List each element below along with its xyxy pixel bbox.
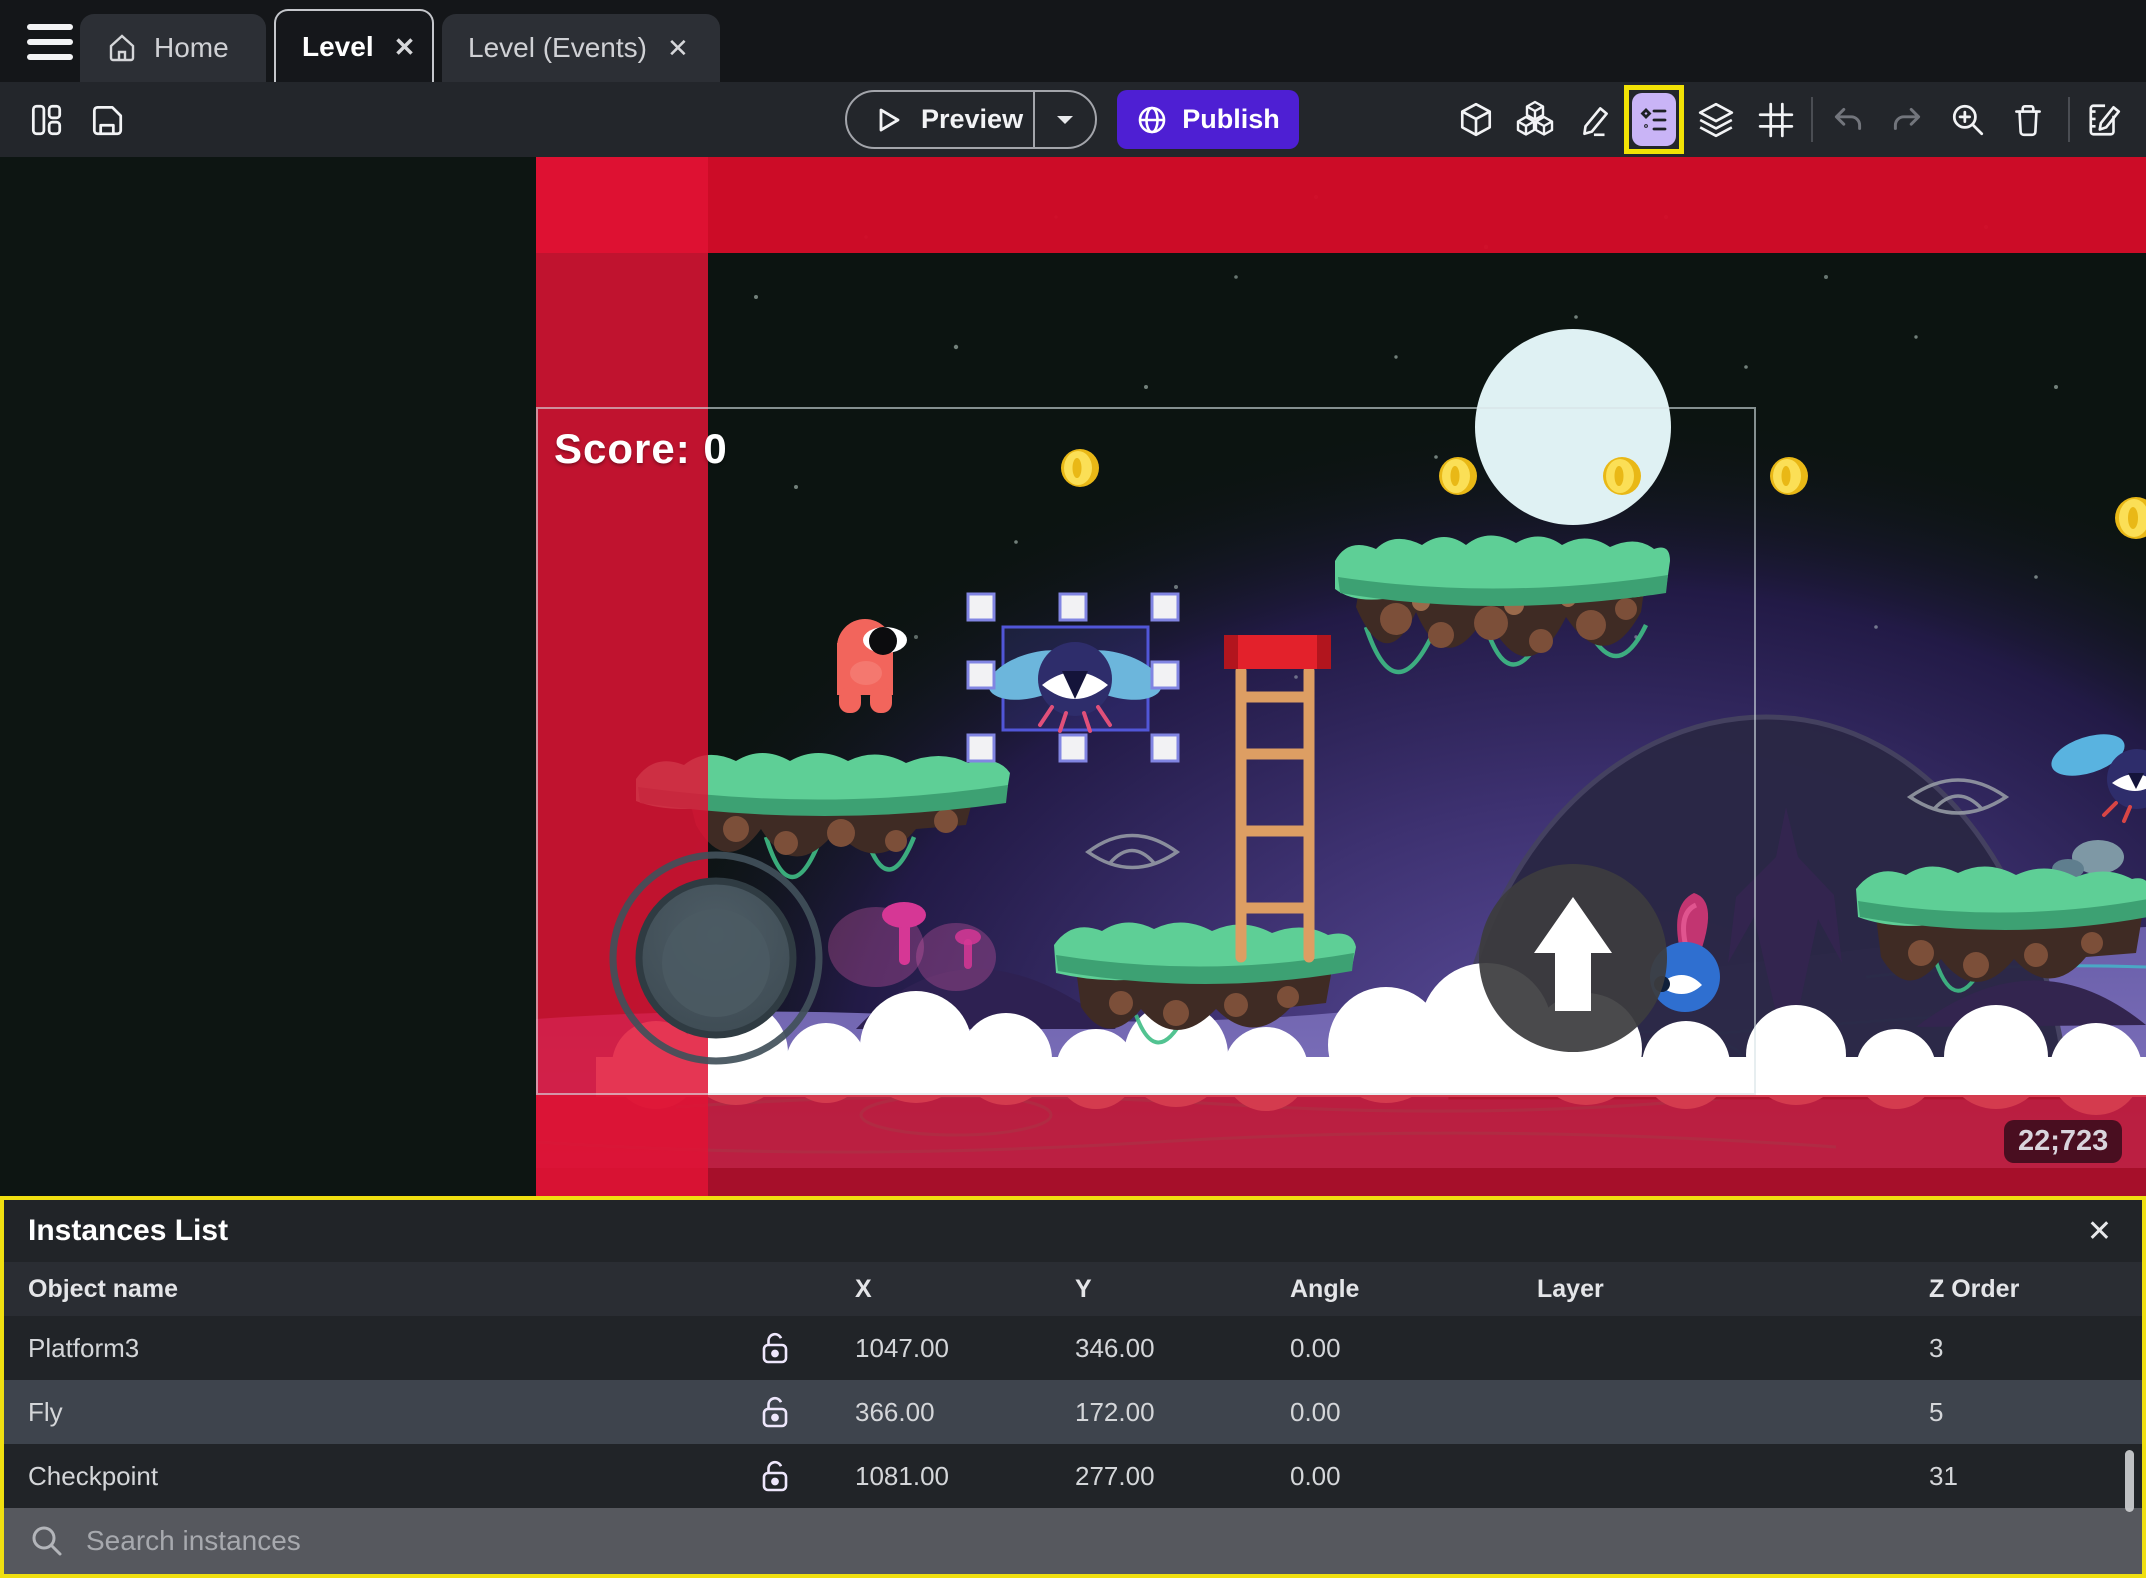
table-row[interactable]: Platform3 1047.00 346.00 0.00 3 bbox=[4, 1316, 2142, 1380]
search-bar bbox=[4, 1508, 2142, 1574]
tab-level-events[interactable]: Level (Events) ✕ bbox=[442, 14, 720, 82]
cell-z-order[interactable]: 31 bbox=[1865, 1461, 2142, 1492]
menu-icon[interactable] bbox=[27, 24, 73, 60]
cell-angle[interactable]: 0.00 bbox=[1245, 1461, 1485, 1492]
col-object-name: Object name bbox=[28, 1274, 179, 1303]
scene-canvas[interactable]: Score: 0 22;723 bbox=[536, 157, 2146, 1196]
home-icon bbox=[109, 34, 135, 62]
preview-dropdown-button[interactable] bbox=[1033, 92, 1095, 147]
search-icon bbox=[32, 1526, 62, 1556]
cell-x[interactable]: 1047.00 bbox=[805, 1333, 1025, 1364]
panel-scrollbar[interactable] bbox=[2125, 1450, 2134, 1512]
toolbar-separator bbox=[2068, 97, 2070, 142]
close-icon[interactable]: ✕ bbox=[2081, 1214, 2118, 1249]
cell-y[interactable]: 277.00 bbox=[1025, 1461, 1245, 1492]
unlock-icon[interactable] bbox=[745, 1460, 805, 1492]
col-y: Y bbox=[1075, 1274, 1092, 1303]
cell-z-order[interactable]: 5 bbox=[1865, 1397, 2142, 1428]
cell-z-order[interactable]: 3 bbox=[1865, 1333, 2142, 1364]
cell-x[interactable]: 1081.00 bbox=[805, 1461, 1025, 1492]
red-band-top bbox=[536, 157, 2146, 253]
cell-object-name: Fly bbox=[28, 1396, 63, 1427]
cell-angle[interactable]: 0.00 bbox=[1245, 1397, 1485, 1428]
tab-bar: Home Level ✕ Level (Events) ✕ bbox=[0, 0, 2146, 82]
cell-object-name: Platform3 bbox=[28, 1332, 140, 1363]
tab-home[interactable]: Home bbox=[80, 14, 266, 82]
tab-level-close-icon[interactable]: ✕ bbox=[390, 32, 420, 62]
score-hud-text: Score: 0 bbox=[554, 425, 728, 472]
redo-icon[interactable] bbox=[1884, 97, 1930, 143]
cell-y[interactable]: 346.00 bbox=[1025, 1333, 1245, 1364]
instances-list-icon[interactable] bbox=[1632, 93, 1676, 146]
instances-list-panel: Instances List ✕ Object name X Y Angle L… bbox=[0, 1196, 2146, 1578]
col-angle: Angle bbox=[1290, 1274, 1360, 1303]
unlock-icon[interactable] bbox=[745, 1396, 805, 1428]
scene-artwork bbox=[536, 157, 2146, 1196]
cell-angle[interactable]: 0.00 bbox=[1245, 1333, 1485, 1364]
unlock-icon[interactable] bbox=[745, 1332, 805, 1364]
globe-icon bbox=[1138, 106, 1166, 133]
layers-icon[interactable] bbox=[1693, 97, 1739, 143]
object-group-cubes-icon[interactable] bbox=[1512, 97, 1558, 143]
instances-panel-header: Instances List ✕ bbox=[4, 1200, 2142, 1262]
play-icon bbox=[879, 108, 900, 131]
cell-x[interactable]: 366.00 bbox=[805, 1397, 1025, 1428]
col-x: X bbox=[855, 1274, 872, 1303]
red-band-left bbox=[536, 157, 708, 1196]
chevron-down-icon bbox=[1057, 115, 1073, 124]
tab-level-events-close-icon[interactable]: ✕ bbox=[663, 33, 693, 63]
red-band-bottom bbox=[536, 1095, 2146, 1168]
col-layer: Layer bbox=[1537, 1274, 1604, 1303]
zoom-in-icon[interactable] bbox=[1945, 97, 1991, 143]
table-row-selected[interactable]: Fly 366.00 172.00 0.00 5 bbox=[4, 1380, 2142, 1444]
tab-level-events-label: Level (Events) bbox=[468, 32, 647, 63]
toolbar: Preview Publish bbox=[0, 82, 2146, 157]
object-cube-icon[interactable] bbox=[1453, 97, 1499, 143]
cursor-coordinates-badge: 22;723 bbox=[2004, 1120, 2123, 1163]
instances-panel-title: Instances List bbox=[28, 1214, 229, 1247]
trash-icon[interactable] bbox=[2005, 97, 2051, 143]
edit-properties-icon[interactable] bbox=[2081, 97, 2127, 143]
publish-label: Publish bbox=[1182, 104, 1280, 134]
grid-icon[interactable] bbox=[1753, 97, 1799, 143]
tab-level-label: Level bbox=[302, 30, 374, 62]
save-icon[interactable] bbox=[84, 97, 130, 143]
preview-button[interactable]: Preview bbox=[845, 90, 1097, 149]
col-z-order: Z Order bbox=[1929, 1274, 2020, 1303]
tab-home-label: Home bbox=[154, 32, 229, 63]
red-band-bottom-dark bbox=[536, 1168, 2146, 1196]
instances-table-header: Object name X Y Angle Layer Z Order bbox=[4, 1262, 2142, 1316]
preview-label: Preview bbox=[921, 104, 1024, 134]
edit-pencil-icon[interactable] bbox=[1572, 97, 1618, 143]
undo-icon[interactable] bbox=[1825, 97, 1871, 143]
search-input[interactable] bbox=[86, 1525, 2116, 1557]
tab-level[interactable]: Level ✕ bbox=[274, 9, 434, 82]
jump-button-control bbox=[1479, 864, 1667, 1052]
toolbar-separator bbox=[1811, 97, 1813, 142]
instances-list-highlight bbox=[1624, 85, 1684, 154]
cell-object-name: Checkpoint bbox=[28, 1460, 159, 1491]
table-row[interactable]: Checkpoint 1081.00 277.00 0.00 31 bbox=[4, 1444, 2142, 1508]
moon bbox=[1475, 329, 1671, 525]
publish-button[interactable]: Publish bbox=[1117, 90, 1299, 149]
cell-y[interactable]: 172.00 bbox=[1025, 1397, 1245, 1428]
joystick-control bbox=[609, 851, 823, 1065]
layout-panels-icon[interactable] bbox=[23, 97, 69, 143]
